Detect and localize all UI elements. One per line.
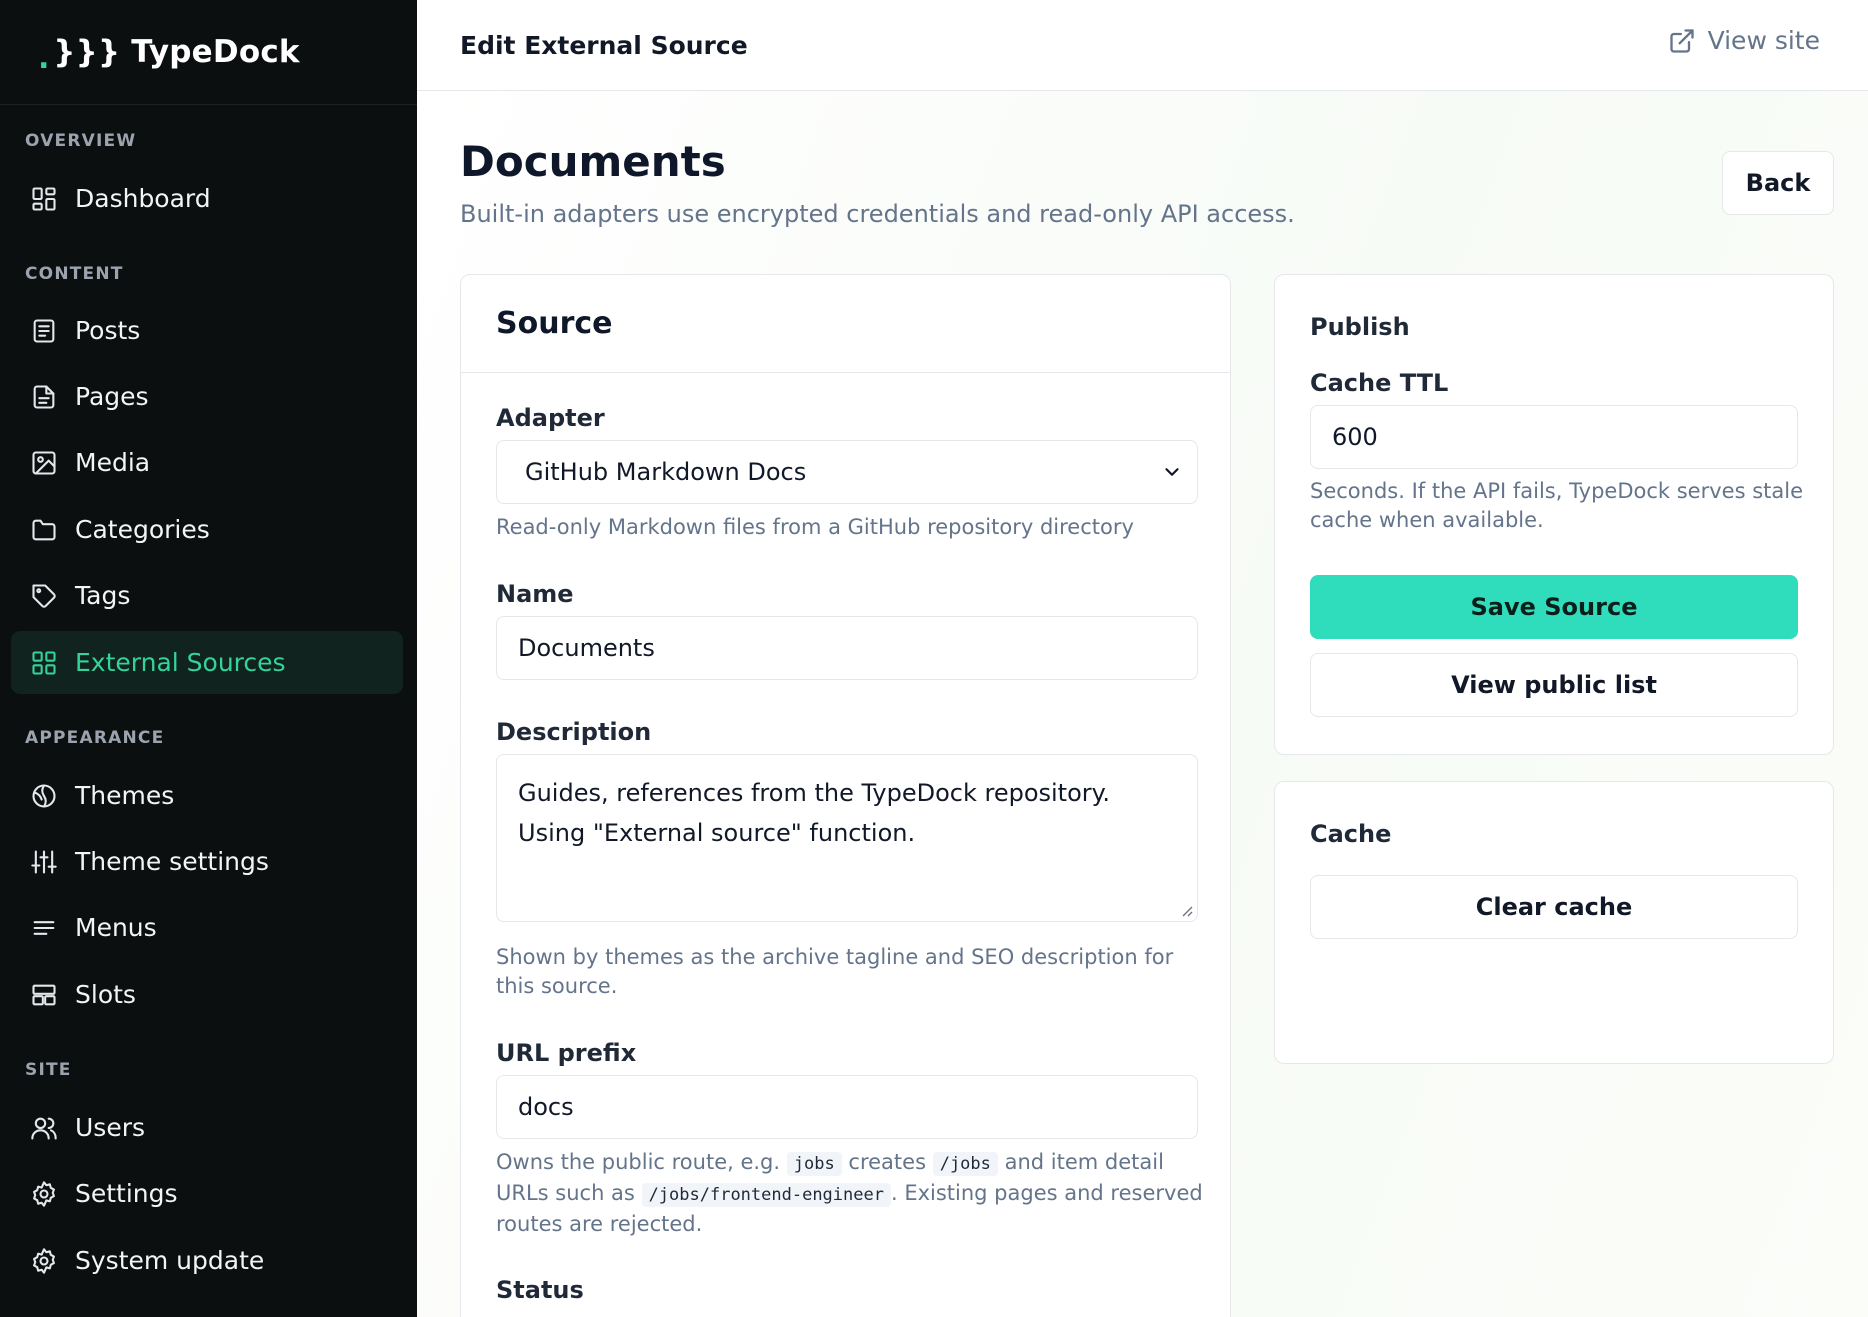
page-title: Documents [460,137,726,186]
url-prefix-label: URL prefix [496,1039,637,1067]
gear-icon [29,1246,59,1276]
description-label: Description [496,718,652,746]
name-label: Name [496,580,574,608]
sidebar-item-label: Pages [75,382,149,411]
source-card: Source Adapter GitHub Markdown Docs Read… [460,274,1231,1317]
sidebar-item-categories[interactable]: Categories [11,498,403,561]
publish-card-title: Publish [1310,313,1410,341]
back-button[interactable]: Back [1722,151,1834,215]
url-help-code: jobs [786,1152,842,1176]
sidebar-item-media[interactable]: Media [11,431,403,494]
sidebar-item-settings[interactable]: Settings [11,1162,403,1225]
view-site-label: View site [1707,26,1820,55]
sidebar-item-label: Posts [75,316,141,345]
dashboard-icon [29,184,59,214]
sidebar-item-label: Slots [75,980,136,1009]
adapter-value: GitHub Markdown Docs [525,458,807,486]
status-label: Status [496,1276,584,1304]
brand-name: }}} TypeDock [53,34,300,70]
name-input[interactable]: Documents [496,616,1198,680]
save-source-button[interactable]: Save Source [1310,575,1798,639]
sidebar-item-label: Dashboard [75,184,211,213]
sliders-icon [29,847,59,877]
cache-card-title: Cache [1310,820,1392,848]
cache-ttl-help: Seconds. If the API fails, TypeDock serv… [1310,479,1803,532]
brand-mark: . [38,40,50,76]
url-help-text: Owns the public route, e.g. [496,1150,781,1174]
main-content: Documents Built-in adapters use encrypte… [417,91,1868,1317]
sidebar-item-label: External Sources [75,648,286,677]
sidebar-item-external-sources[interactable]: External Sources [11,631,403,694]
topbar: Edit External Source View site [417,0,1868,91]
sidebar-item-label: Themes [75,781,175,810]
resize-handle-icon[interactable] [1181,905,1193,917]
view-public-list-button[interactable]: View public list [1310,653,1798,717]
cache-ttl-input[interactable]: 600 [1310,405,1798,469]
sidebar-item-label: System update [75,1246,265,1275]
url-help-code: /jobs [932,1152,998,1176]
folder-icon [29,515,59,545]
page-subtitle: Built-in adapters use encrypted credenti… [460,200,1295,228]
sidebar-item-label: Menus [75,913,157,942]
url-prefix-help: Owns the public route, e.g. jobs creates… [496,1148,1206,1239]
source-card-title: Source [461,275,1230,373]
adapter-select[interactable]: GitHub Markdown Docs [496,440,1198,504]
sidebar-item-menus[interactable]: Menus [11,896,403,959]
sidebar-item-slots[interactable]: Slots [11,963,403,1026]
sidebar-item-label: Media [75,448,151,477]
gear-icon [29,1179,59,1209]
sidebar-item-label: Theme settings [75,847,269,876]
pages-icon [29,382,59,412]
sidebar-item-label: Settings [75,1179,178,1208]
sidebar-item-dashboard[interactable]: Dashboard [11,167,403,230]
sidebar-item-label: Categories [75,515,210,544]
sidebar-item-label: Users [75,1113,146,1142]
topbar-title: Edit External Source [460,30,748,60]
cache-ttl-label: Cache TTL [1310,369,1449,397]
section-overview: OVERVIEW [25,131,137,151]
sidebar-item-tags[interactable]: Tags [11,564,403,627]
description-help: Shown by themes as the archive tagline a… [496,945,1174,998]
menu-icon [29,913,59,943]
publish-card: Publish Cache TTL 600 Seconds. If the AP… [1274,274,1834,755]
adapter-help: Read-only Markdown files from a GitHub r… [496,515,1134,539]
image-icon [29,448,59,478]
adapter-label: Adapter [496,404,605,432]
sidebar-item-system-update[interactable]: System update [11,1229,403,1292]
posts-icon [29,316,59,346]
sidebar-item-users[interactable]: Users [11,1096,403,1159]
tag-icon [29,581,59,611]
brand-logo[interactable]: . }}} TypeDock [0,0,417,105]
section-appearance: APPEARANCE [25,728,165,748]
users-icon [29,1113,59,1143]
globe-icon [29,781,59,811]
section-site: SITE [25,1060,72,1080]
slots-icon [29,980,59,1010]
external-link-icon [1669,28,1694,53]
description-value: Guides, references from the TypeDock rep… [518,779,1111,847]
chevron-down-icon [1161,461,1183,483]
section-content: CONTENT [25,264,124,284]
url-prefix-input[interactable]: docs [496,1075,1198,1139]
view-site-link[interactable]: View site [1668,26,1820,55]
sidebar-item-pages[interactable]: Pages [11,365,403,428]
sidebar-item-label: Tags [75,581,131,610]
description-textarea[interactable]: Guides, references from the TypeDock rep… [496,754,1198,922]
cache-card: Cache Clear cache [1274,781,1834,1064]
clear-cache-button[interactable]: Clear cache [1310,875,1798,939]
grid-icon [29,648,59,678]
url-help-code: /jobs/frontend-engineer [641,1183,891,1207]
sidebar-item-theme-settings[interactable]: Theme settings [11,830,403,893]
url-help-text: creates [848,1150,927,1174]
sidebar-item-posts[interactable]: Posts [11,299,403,362]
sidebar-item-themes[interactable]: Themes [11,764,403,827]
sidebar: . }}} TypeDock OVERVIEW Dashboard CONTEN… [0,0,417,1317]
